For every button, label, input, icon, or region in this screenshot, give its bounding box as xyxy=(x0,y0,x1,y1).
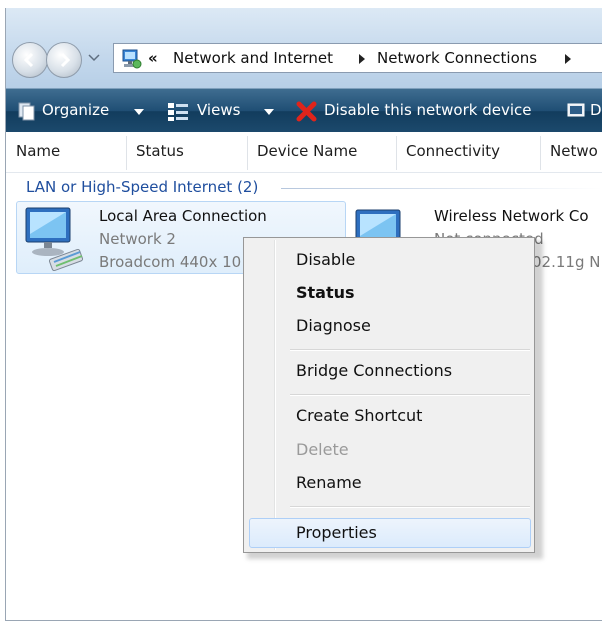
organize-icon xyxy=(18,102,35,121)
column-divider[interactable] xyxy=(540,136,541,170)
connection-device: Broadcom 440x 10 xyxy=(99,253,242,271)
breadcrumb-network-and-internet[interactable]: Network and Internet xyxy=(173,49,333,67)
command-bar: Organize Views Disable this network devi… xyxy=(6,88,602,133)
menu-item-rename[interactable]: Rename xyxy=(296,473,362,492)
chevron-down-icon[interactable] xyxy=(134,109,144,115)
back-arrow-icon xyxy=(23,52,34,68)
menu-item-bridge-connections[interactable]: Bridge Connections xyxy=(296,361,452,380)
chevron-down-icon[interactable] xyxy=(264,109,274,115)
column-device-name[interactable]: Device Name xyxy=(257,142,357,160)
menu-item-disable[interactable]: Disable xyxy=(296,250,355,269)
disable-network-device-button[interactable]: Disable this network device xyxy=(324,101,532,119)
network-adapter-icon xyxy=(25,207,84,272)
breadcrumb-overflow[interactable]: « xyxy=(148,49,158,67)
views-icon xyxy=(168,103,188,121)
disable-x-icon xyxy=(296,101,317,122)
menu-gutter xyxy=(274,240,276,550)
menu-separator xyxy=(290,349,530,351)
column-headers: Name Status Device Name Connectivity Net… xyxy=(6,132,602,173)
chevron-right-icon[interactable] xyxy=(564,54,572,64)
recent-pages-dropdown-icon[interactable] xyxy=(88,54,100,62)
column-name[interactable]: Name xyxy=(16,142,60,160)
address-bar: « Network and Internet Network Connectio… xyxy=(6,8,602,88)
context-menu: Disable Status Diagnose Bridge Connectio… xyxy=(243,237,535,553)
menu-separator xyxy=(290,394,530,396)
forward-arrow-icon xyxy=(60,52,71,68)
column-divider[interactable] xyxy=(126,136,127,170)
column-divider[interactable] xyxy=(396,136,397,170)
diagnose-connection-button[interactable]: D xyxy=(590,101,602,119)
menu-item-diagnose[interactable]: Diagnose xyxy=(296,316,371,335)
diagnose-icon xyxy=(567,103,585,117)
network-folder-icon xyxy=(122,49,142,69)
back-button[interactable] xyxy=(12,42,48,78)
column-connectivity[interactable]: Connectivity xyxy=(406,142,500,160)
menu-separator xyxy=(290,506,530,508)
column-network[interactable]: Netwo xyxy=(550,142,598,160)
connection-name: Local Area Connection xyxy=(99,207,267,225)
breadcrumb-network-connections[interactable]: Network Connections xyxy=(377,49,537,67)
views-menu[interactable]: Views xyxy=(197,101,240,119)
connection-name: Wireless Network Co xyxy=(434,207,589,225)
menu-item-properties[interactable]: Properties xyxy=(296,523,377,542)
menu-item-status[interactable]: Status xyxy=(296,283,355,302)
group-header[interactable]: LAN or High-Speed Internet (2) xyxy=(26,178,258,196)
breadcrumb[interactable]: « Network and Internet Network Connectio… xyxy=(113,43,602,73)
group-divider xyxy=(281,188,602,189)
explorer-window: « Network and Internet Network Connectio… xyxy=(5,8,602,621)
column-status[interactable]: Status xyxy=(136,142,184,160)
menu-hover-highlight xyxy=(249,518,531,548)
menu-item-delete[interactable]: Delete xyxy=(296,440,349,459)
menu-item-create-shortcut[interactable]: Create Shortcut xyxy=(296,406,422,425)
chevron-right-icon[interactable] xyxy=(358,54,366,64)
column-divider[interactable] xyxy=(247,136,248,170)
organize-menu[interactable]: Organize xyxy=(42,101,109,119)
connection-network: Network 2 xyxy=(99,230,176,248)
forward-button[interactable] xyxy=(46,42,82,78)
